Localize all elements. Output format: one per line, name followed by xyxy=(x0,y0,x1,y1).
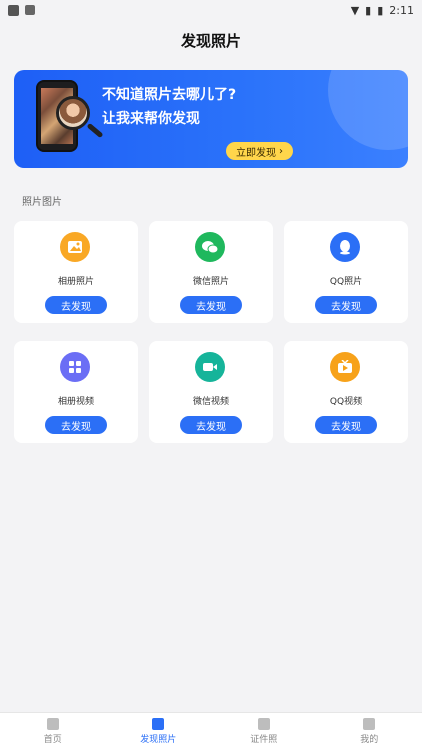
card-album-photos[interactable]: 相册照片 去发现 xyxy=(14,221,138,323)
grid-icon xyxy=(60,352,90,382)
card-qq-videos[interactable]: QQ视频 去发现 xyxy=(284,341,408,443)
discover-button[interactable]: 去发现 xyxy=(45,416,107,434)
status-time: 2:11 xyxy=(389,3,414,17)
card-label: QQ视频 xyxy=(329,397,363,407)
card-wechat-photos[interactable]: 微信照片 去发现 xyxy=(149,221,273,323)
card-qq-photos[interactable]: QQ照片 去发现 xyxy=(284,221,408,323)
status-left xyxy=(8,4,35,16)
magnifier-icon xyxy=(56,96,90,130)
status-bar: ▼ ▮ ▮ 2:11 xyxy=(0,0,422,20)
nav-label: 首页 xyxy=(43,735,62,745)
notification-icon xyxy=(8,4,19,16)
discover-button[interactable]: 去发现 xyxy=(180,416,242,434)
card-label: QQ照片 xyxy=(329,277,363,287)
image-icon xyxy=(60,232,90,262)
discover-button[interactable]: 去发现 xyxy=(180,296,242,314)
card-label: 相册视频 xyxy=(57,397,94,407)
nav-label: 证件照 xyxy=(250,735,278,745)
nav-item-profile[interactable]: 我的 xyxy=(317,713,422,750)
bottom-nav: 首页 发现照片 证件照 我的 xyxy=(0,712,422,750)
discover-now-button[interactable]: 立即发现 › xyxy=(226,142,293,160)
card-wechat-videos[interactable]: 微信视频 去发现 xyxy=(149,341,273,443)
magnifier-handle xyxy=(86,122,104,139)
card-label: 微信视频 xyxy=(192,397,229,407)
page-title: 发现照片 xyxy=(180,32,241,50)
tv-icon xyxy=(330,352,360,382)
nav-label: 发现照片 xyxy=(140,735,177,745)
discover-button[interactable]: 去发现 xyxy=(315,296,377,314)
card-label: 微信照片 xyxy=(192,277,229,287)
card-album-videos[interactable]: 相册视频 去发现 xyxy=(14,341,138,443)
status-right: ▼ ▮ ▮ 2:11 xyxy=(351,4,414,17)
discover-button[interactable]: 去发现 xyxy=(45,296,107,314)
battery-icon: ▮ xyxy=(377,3,384,17)
qq-icon xyxy=(330,232,360,262)
nav-label: 我的 xyxy=(360,735,379,745)
app-notification-icon xyxy=(25,5,35,15)
nav-item-id-photo[interactable]: 证件照 xyxy=(211,713,317,750)
banner-subline: 让我来帮你发现 xyxy=(102,111,200,127)
home-icon xyxy=(46,718,59,730)
nav-item-home[interactable]: 首页 xyxy=(0,713,106,750)
wechat-icon xyxy=(195,232,225,262)
promo-banner[interactable]: 不知道照片去哪儿了? 让我来帮你发现 立即发现 › xyxy=(14,70,408,168)
discover-button[interactable]: 去发现 xyxy=(315,416,377,434)
banner-headline: 不知道照片去哪儿了? xyxy=(102,87,237,103)
wifi-icon: ▼ xyxy=(350,3,360,17)
discover-now-label: 立即发现 xyxy=(236,147,276,159)
id-photo-icon xyxy=(257,718,270,730)
chevron-right-icon: › xyxy=(279,145,283,157)
nav-item-discover-photos[interactable]: 发现照片 xyxy=(106,713,212,750)
signal-icon: ▮ xyxy=(365,3,372,17)
video-camera-icon xyxy=(195,352,225,382)
profile-icon xyxy=(363,718,376,730)
photo-icon xyxy=(152,718,165,730)
card-label: 相册照片 xyxy=(57,277,94,287)
section-label: 照片图片 xyxy=(22,197,62,208)
